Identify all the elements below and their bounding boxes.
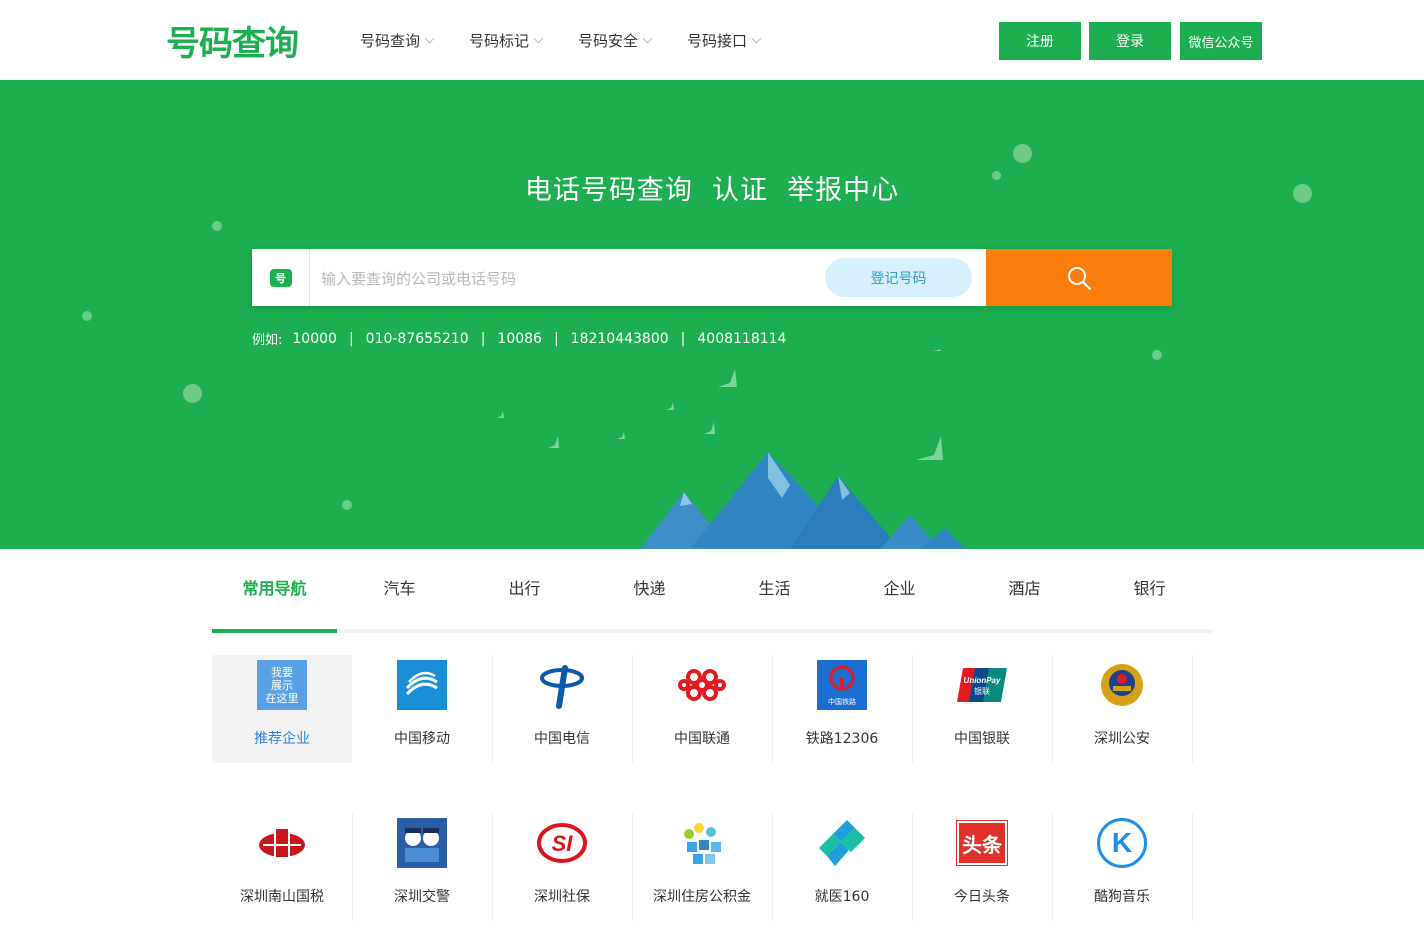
china-unicom-icon [677,660,727,710]
kugou-icon-text: K [1097,818,1147,868]
grid-item-featured[interactable]: 我要 展示 在这里 推荐企业 [212,655,352,763]
tab-bank[interactable]: 银行 [1087,565,1212,629]
grid-item-label: 中国移动 [394,731,450,747]
grid-item-toutiao[interactable]: 头条 今日头条 [912,813,1053,921]
grid-item-traffic-police[interactable]: 深圳交警 [352,813,493,921]
nav-label: 号码标记 [469,32,530,50]
grid-item-label: 铁路12306 [805,731,879,747]
featured-ad-icon: 我要 展示 在这里 [257,660,307,710]
nav-item-number-api[interactable]: 号码接口 [687,30,762,51]
grid-item-label: 深圳公安 [1094,731,1150,747]
kugou-icon: K [1097,818,1147,868]
grid-item-unionpay[interactable]: UnionPay 银联 中国银联 [912,655,1053,763]
grid-item-label: 酷狗音乐 [1094,889,1150,905]
featured-ad-text: 我要 展示 在这里 [257,660,307,710]
grid-item-label: 中国电信 [534,731,590,747]
unionpay-icon: UnionPay 银联 [957,660,1007,710]
grid-item-label: 就医160 [814,889,870,905]
header: 号码查询 号码查询 号码标记 号码安全 号码接口 注册 登录 微信公众号 [0,0,1424,80]
tab-express[interactable]: 快递 [587,565,712,629]
tab-auto[interactable]: 汽车 [337,565,462,629]
china-telecom-icon [537,660,587,710]
grid-item-label: 深圳南山国税 [240,889,324,905]
grid-item-railway-12306[interactable]: 中国铁路 铁路12306 [772,655,913,763]
svg-text:SI: SI [552,831,574,856]
grid-item-label: 中国联通 [674,731,730,747]
grid-item-kugou[interactable]: K 酷狗音乐 [1052,813,1193,921]
grid-item-label: 深圳住房公积金 [653,889,751,905]
category-tabs: 常用导航 汽车 出行 快递 生活 企业 酒店 银行 [212,565,1212,633]
tab-travel[interactable]: 出行 [462,565,587,629]
chevron-down-icon [424,33,435,44]
wechat-account-button[interactable]: 微信公众号 [1180,22,1262,60]
tab-hotel[interactable]: 酒店 [962,565,1087,629]
tab-enterprise[interactable]: 企业 [837,565,962,629]
nav-item-number-security[interactable]: 号码安全 [578,30,653,51]
grid-item-shenzhen-police[interactable]: 深圳公安 [1052,655,1193,763]
nav-label: 号码安全 [578,32,639,50]
nav-item-number-mark[interactable]: 号码标记 [469,30,544,51]
traffic-police-icon [397,818,447,868]
china-mobile-icon [397,660,447,710]
nav-item-number-query[interactable]: 号码查询 [360,30,435,51]
site-logo[interactable]: 号码查询 [166,18,299,64]
mountain-illustration [497,349,965,549]
grid-item-china-telecom[interactable]: 中国电信 [492,655,633,763]
grid-item-label: 今日头条 [954,889,1010,905]
register-button[interactable]: 注册 [999,22,1081,60]
tab-life[interactable]: 生活 [712,565,837,629]
grid-item-housing-fund[interactable]: 深圳住房公积金 [632,813,773,921]
grid-item-china-unicom[interactable]: 中国联通 [632,655,773,763]
grid-item-medical-160[interactable]: 就医160 [772,813,913,921]
medical-160-icon [817,818,867,868]
nav-label: 号码接口 [687,32,748,50]
svg-text:UnionPay: UnionPay [964,676,1001,685]
chevron-down-icon [533,33,544,44]
toutiao-icon-text: 头条 [957,821,1007,865]
main-nav: 号码查询 号码标记 号码安全 号码接口 [360,30,796,51]
toutiao-icon: 头条 [957,818,1007,868]
logo-text: 号码查询 [166,23,299,64]
tax-bureau-icon [257,818,307,868]
railway-12306-icon: 中国铁路 [817,660,867,710]
tab-common-nav[interactable]: 常用导航 [212,565,337,633]
grid-item-label: 深圳交警 [394,889,450,905]
grid-item-label: 深圳社保 [534,889,590,905]
hero-banner: 电话号码查询 认证 举报中心 号 登记号码 例如: 10000| 010-876… [0,80,1424,549]
grid-item-label: 中国银联 [954,731,1010,747]
nav-label: 号码查询 [360,32,421,50]
chevron-down-icon [751,33,762,44]
grid-item-social-security[interactable]: SI 深圳社保 [492,813,633,921]
svg-text:银联: 银联 [974,686,990,696]
grid-item-label: 推荐企业 [254,731,310,747]
railway-icon-text: 中国铁路 [828,698,856,706]
grid-item-china-mobile[interactable]: 中国移动 [352,655,493,763]
social-security-icon: SI [537,818,587,868]
chevron-down-icon [642,33,653,44]
grid-item-nanshan-tax[interactable]: 深圳南山国税 [212,813,353,921]
housing-fund-icon [677,818,727,868]
login-button[interactable]: 登录 [1089,22,1171,60]
police-badge-icon [1097,660,1147,710]
